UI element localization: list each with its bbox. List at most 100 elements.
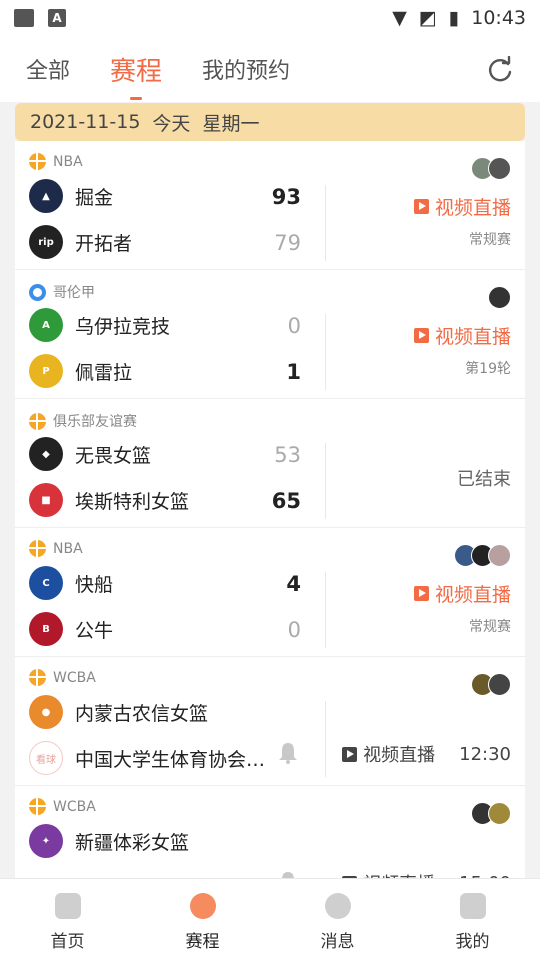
league-name: WCBA xyxy=(53,798,96,815)
team-crest-icon: P xyxy=(29,354,63,388)
match-card[interactable]: 俱乐部友谊赛 ◆ 无畏女篮 ■ 埃斯特利女篮 53 65 已结束 xyxy=(15,399,525,528)
nav-profile[interactable]: 我的 xyxy=(405,879,540,960)
home-icon xyxy=(54,893,81,919)
team-row: B 公牛 xyxy=(29,612,113,646)
team-crest-icon: ■ xyxy=(29,483,63,517)
tab-schedule[interactable]: 赛程 xyxy=(110,51,162,88)
league-label: NBA xyxy=(29,540,83,557)
top-tabs: 全部 赛程 我的预约 xyxy=(0,36,540,102)
league-name: NBA xyxy=(53,540,83,557)
score: 4 xyxy=(286,572,301,596)
league-label: WCBA xyxy=(29,798,96,815)
team-row: C 快船 xyxy=(29,566,113,600)
image-notification-icon xyxy=(14,9,34,27)
score: 53 xyxy=(274,443,301,467)
league-name: 哥伦甲 xyxy=(53,285,95,301)
avatar xyxy=(488,802,511,825)
league-label: 哥伦甲 xyxy=(29,282,95,302)
status-text: 视频直播 xyxy=(363,745,436,766)
team-name: 新疆体彩女篮 xyxy=(75,831,190,854)
status-text: 视频直播 xyxy=(434,326,511,348)
tab-all[interactable]: 全部 xyxy=(26,53,70,85)
soccer-ball-icon xyxy=(29,283,46,301)
no-signal-icon: ◩ xyxy=(418,7,437,29)
live-stream-button[interactable]: 视频直播 xyxy=(413,580,511,607)
live-stream-button[interactable]: 视频直播 12:30 xyxy=(342,741,511,767)
app-notification-icon: A xyxy=(48,9,66,27)
team-name: 快船 xyxy=(75,573,114,596)
refresh-icon[interactable] xyxy=(486,56,514,84)
divider xyxy=(325,443,326,519)
basketball-icon xyxy=(29,412,46,430)
league-name: NBA xyxy=(53,153,83,170)
avatar xyxy=(488,673,511,696)
team-name: 乌伊拉竞技 xyxy=(75,315,171,338)
team-crest-icon: ● xyxy=(29,695,63,729)
team-crest-icon: ◆ xyxy=(29,437,63,471)
team-row: A 乌伊拉竞技 xyxy=(29,308,170,342)
round-text: 常规赛 xyxy=(469,619,511,635)
status-text: 已结束 xyxy=(457,469,511,490)
team-name: 中国大学生体育协会… xyxy=(75,748,266,771)
nav-schedule[interactable]: 赛程 xyxy=(135,879,270,960)
tab-my-reservations[interactable]: 我的预约 xyxy=(202,53,290,85)
nav-messages[interactable]: 消息 xyxy=(270,879,405,960)
basketball-icon xyxy=(29,669,46,686)
play-icon xyxy=(413,199,429,214)
battery-charging-icon: ▮ xyxy=(448,7,460,29)
match-card[interactable]: NBA ▲ 掘金 rip 开拓者 93 79 视频直播 常规赛 xyxy=(15,141,525,270)
avatar xyxy=(488,544,511,567)
status-bar: A ▼ ◩ ▮ 10:43 xyxy=(0,0,540,36)
bell-icon[interactable] xyxy=(276,741,300,765)
wifi-icon: ▼ xyxy=(392,7,407,29)
trophy-icon xyxy=(189,893,216,919)
date-bar: 2021-11-15 今天 星期一 xyxy=(15,103,525,141)
score: 0 xyxy=(287,314,301,338)
score: 93 xyxy=(271,185,301,209)
day-text: 今天 xyxy=(152,112,191,135)
status-text: 视频直播 xyxy=(434,197,511,219)
league-name: WCBA xyxy=(53,669,96,686)
message-icon xyxy=(324,893,351,919)
play-icon xyxy=(413,586,429,601)
score: 1 xyxy=(286,360,301,384)
league-name: 俱乐部友谊赛 xyxy=(53,414,137,430)
team-name: 公牛 xyxy=(75,619,114,642)
clock: 10:43 xyxy=(471,7,526,29)
bottom-nav: 首页 赛程 消息 我的 xyxy=(0,878,540,960)
basketball-icon xyxy=(29,540,46,557)
divider xyxy=(325,701,326,777)
team-name: 掘金 xyxy=(75,186,114,209)
streamer-avatars xyxy=(454,544,511,567)
team-row: P 佩雷拉 xyxy=(29,354,132,388)
nav-home[interactable]: 首页 xyxy=(0,879,135,960)
nuggets-logo-icon: ▲ xyxy=(29,179,63,213)
play-icon xyxy=(413,328,429,343)
live-stream-button[interactable]: 视频直播 xyxy=(413,322,511,349)
streamer-avatars xyxy=(471,157,511,180)
team-name: 佩雷拉 xyxy=(75,361,133,384)
round-text: 第19轮 xyxy=(465,361,511,377)
match-card[interactable]: 哥伦甲 A 乌伊拉竞技 P 佩雷拉 0 1 视频直播 第19轮 xyxy=(15,270,525,399)
live-stream-button[interactable]: 视频直播 xyxy=(413,193,511,220)
team-name: 埃斯特利女篮 xyxy=(75,490,190,513)
divider xyxy=(325,314,326,390)
team-name: 内蒙古农信女篮 xyxy=(75,702,209,725)
team-row: ▲ 掘金 xyxy=(29,179,113,213)
team-name: 开拓者 xyxy=(75,232,133,255)
score: 65 xyxy=(271,489,301,513)
score: 0 xyxy=(287,618,301,642)
streamer-avatars xyxy=(471,802,511,825)
team-name: 无畏女篮 xyxy=(75,444,152,467)
basketball-icon xyxy=(29,798,46,815)
match-card[interactable]: NBA C 快船 B 公牛 4 0 视频直播 常规赛 xyxy=(15,528,525,657)
nav-label: 赛程 xyxy=(185,932,220,952)
league-label: 俱乐部友谊赛 xyxy=(29,411,137,431)
team-row: 看球 中国大学生体育协会… xyxy=(29,741,265,775)
divider xyxy=(325,185,326,261)
weekday-text: 星期一 xyxy=(202,112,260,135)
team-row: ◆ 无畏女篮 xyxy=(29,437,151,471)
round-text: 常规赛 xyxy=(469,232,511,248)
profile-icon xyxy=(459,893,486,919)
match-card[interactable]: WCBA ● 内蒙古农信女篮 看球 中国大学生体育协会… 视频直播 12:30 xyxy=(15,657,525,786)
